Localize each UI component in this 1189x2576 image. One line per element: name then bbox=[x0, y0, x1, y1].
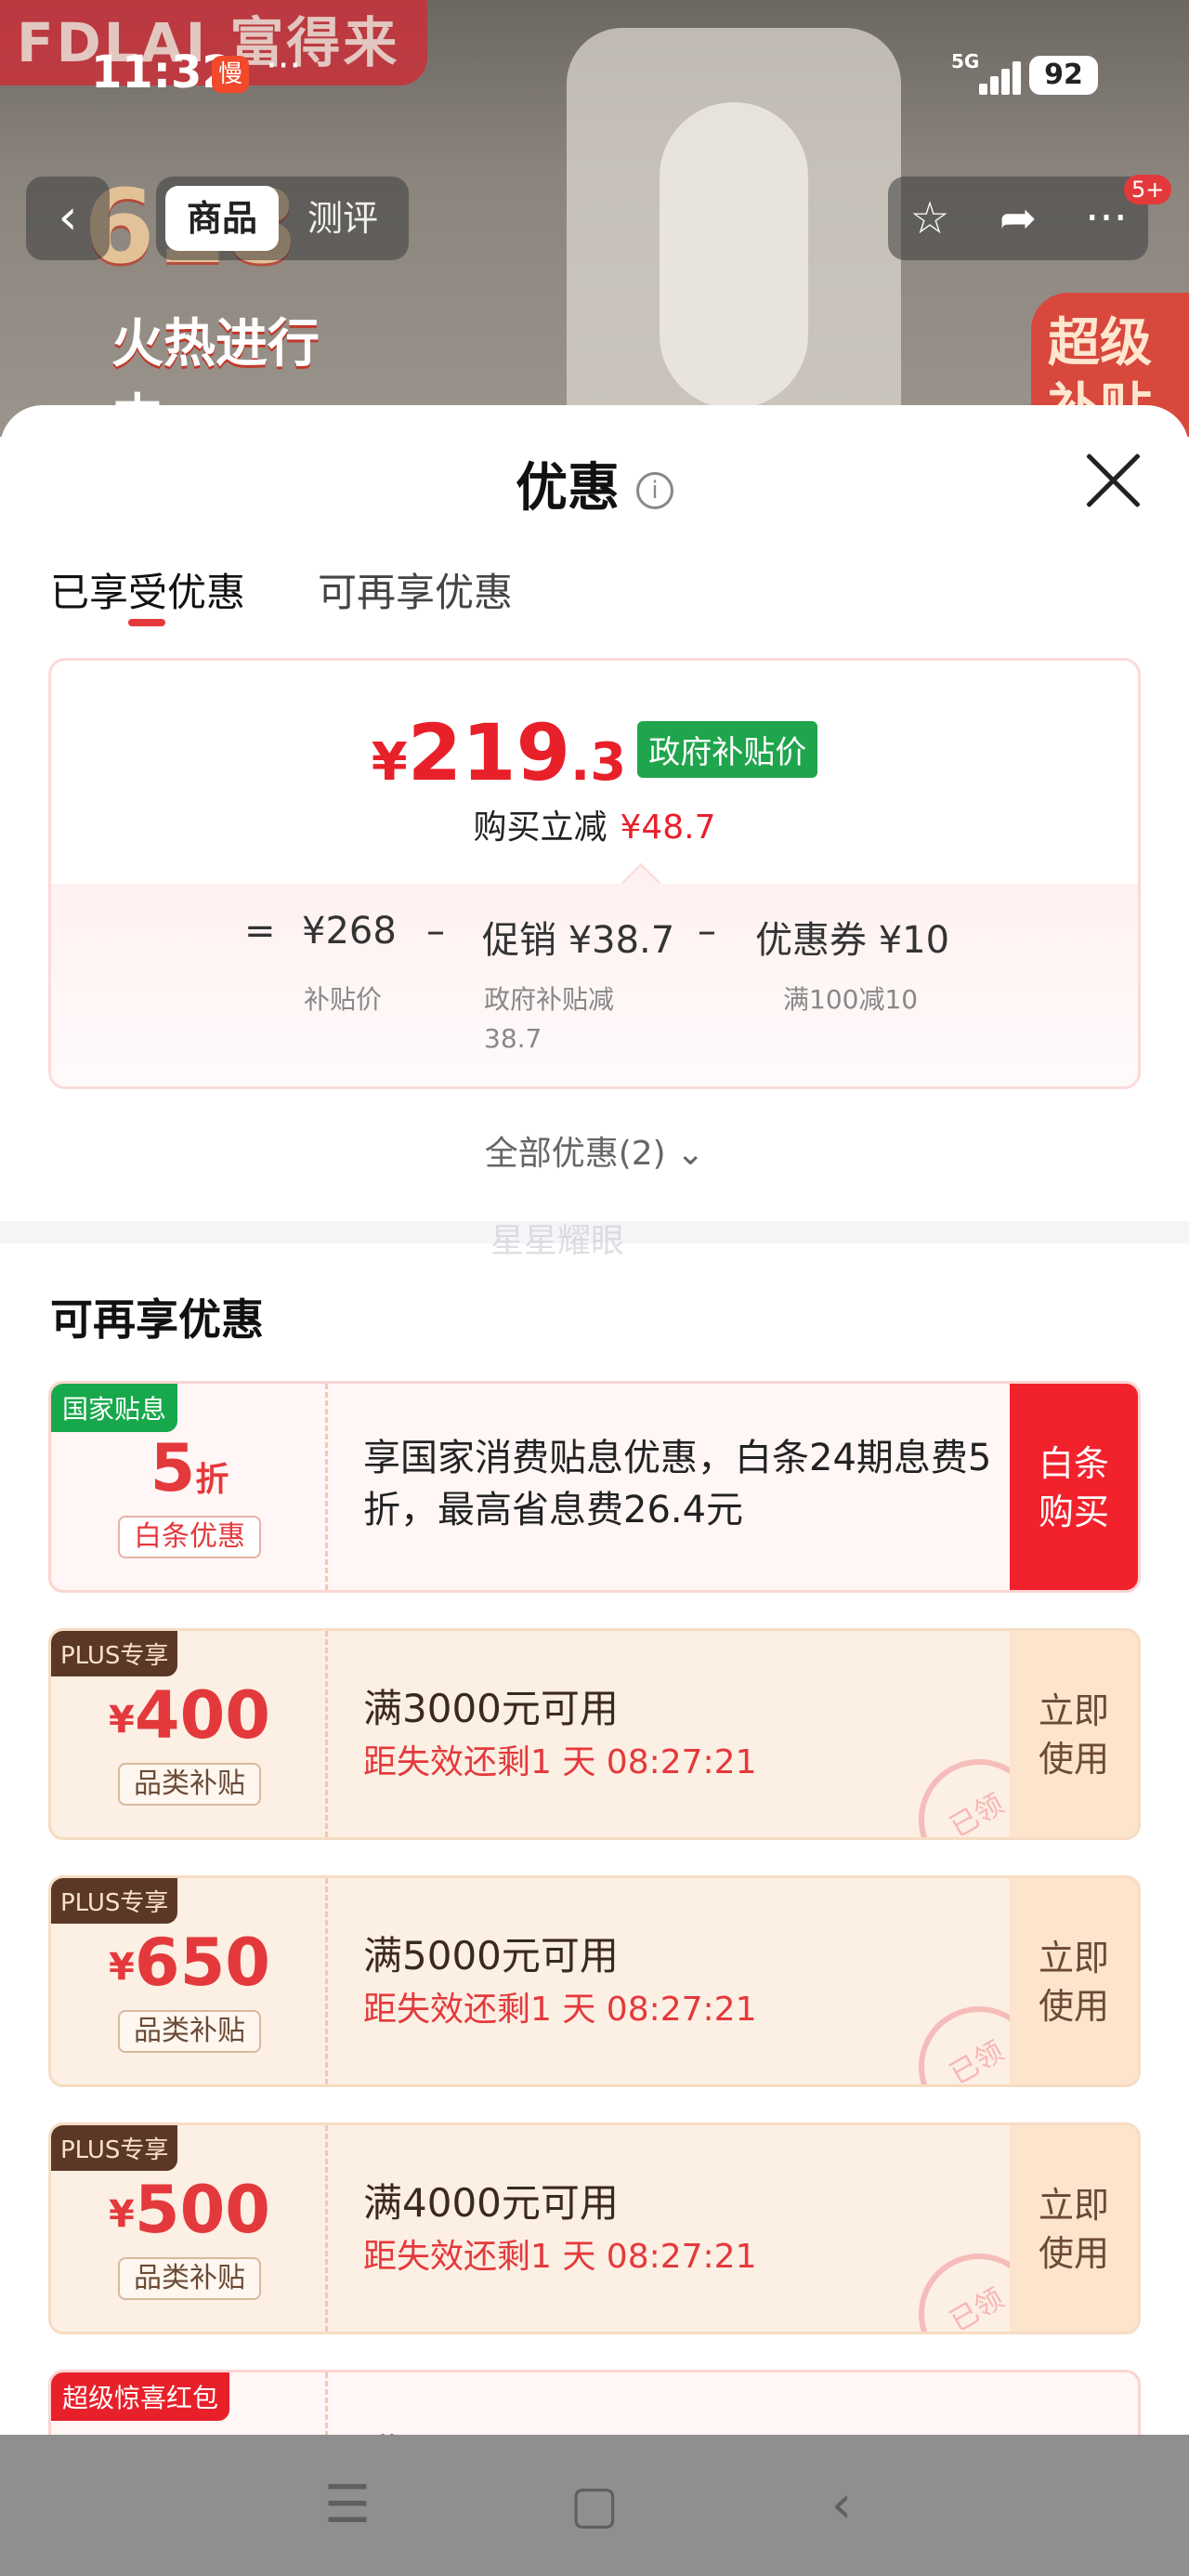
tab-product[interactable]: 商品 bbox=[165, 186, 279, 251]
star-icon[interactable]: ☆ bbox=[897, 186, 962, 251]
battery-icon: 92 bbox=[1029, 56, 1098, 95]
coupon-description: 享国家消费贴息优惠，白条24期息费5折，最高省息费26.4元 bbox=[363, 1437, 992, 1531]
coupon-card-plus-400[interactable]: PLUS专享 ¥400 品类补贴 满3000元可用 距失效还剩1 天 08:27… bbox=[48, 1628, 1141, 1840]
price-integer: 219 bbox=[407, 707, 571, 798]
offers-sheet: 优惠 i 已享受优惠 可再享优惠 ¥219.3 政府补贴价 购买立减 ¥48.7 = … bbox=[0, 405, 1189, 2576]
action-line2: 使用 bbox=[1038, 1986, 1109, 2027]
product-tabs: 商品 测评 bbox=[156, 177, 409, 260]
coupon-card-plus-650[interactable]: PLUS专享 ¥650 品类补贴 满5000元可用 距失效还剩1 天 08:27… bbox=[48, 1875, 1141, 2087]
formula-promo: 促销 ¥38.7 bbox=[482, 919, 675, 962]
coupon-value-number: 5 bbox=[150, 1430, 196, 1506]
reduce-line: 购买立减 ¥48.7 bbox=[51, 800, 1138, 848]
baitiao-buy-button[interactable]: 白条 购买 bbox=[1010, 1384, 1138, 1590]
coupon-pill: 白条优惠 bbox=[118, 1516, 261, 1558]
coupon-tag: 超级惊喜红包 bbox=[51, 2372, 230, 2421]
tab-active-indicator bbox=[128, 619, 165, 626]
reduce-label: 购买立减 bbox=[473, 808, 608, 847]
coupon-value-unit: 折 bbox=[195, 1461, 229, 1499]
info-icon[interactable]: i bbox=[636, 472, 673, 509]
final-price: ¥219.3 政府补贴价 bbox=[51, 707, 1138, 798]
sheet-title-text: 优惠 bbox=[516, 458, 620, 519]
formula-promo-label: 政府补贴减 38.7 bbox=[484, 980, 614, 1058]
product-actions: ☆ ➦ ··· bbox=[888, 177, 1148, 260]
coupon-pill: 品类补贴 bbox=[118, 2257, 261, 2300]
system-navigation-bar: ☰ ▢ ‹ bbox=[0, 2435, 1189, 2576]
action-line2: 使用 bbox=[1038, 1739, 1109, 1780]
share-icon[interactable]: ➦ bbox=[986, 186, 1051, 251]
coupon-tag: PLUS专享 bbox=[51, 1631, 178, 1676]
watermark: 星星耀眼 bbox=[490, 1222, 625, 1260]
close-icon[interactable] bbox=[1083, 450, 1143, 509]
coupon-value: ¥500 bbox=[51, 2172, 328, 2248]
use-now-button[interactable]: 立即 使用 bbox=[1010, 2125, 1138, 2332]
action-line2: 购买 bbox=[1038, 1492, 1109, 1532]
coupon-value: 5折 bbox=[51, 1430, 328, 1506]
formula-promo-label-line1: 政府补贴减 bbox=[484, 984, 615, 1015]
coupon-card-plus-500[interactable]: PLUS专享 ¥500 品类补贴 满4000元可用 距失效还剩1 天 08:27… bbox=[48, 2123, 1141, 2334]
formula-promo-label-line2: 38.7 bbox=[484, 1023, 542, 1054]
coupon-tag: 国家贴息 bbox=[51, 1384, 178, 1432]
coupon-threshold: 满5000元可用 bbox=[363, 1933, 619, 1978]
coupon-pill: 品类补贴 bbox=[118, 1763, 261, 1806]
price-summary-card: ¥219.3 政府补贴价 购买立减 ¥48.7 = ¥268 补贴价 – 促销 ¥3… bbox=[48, 658, 1141, 1089]
formula-equals: = bbox=[244, 910, 276, 953]
coupon-timer: 距失效还剩1 天 08:27:21 bbox=[363, 2238, 757, 2276]
notification-badge: 5+ bbox=[1124, 175, 1172, 204]
home-icon[interactable]: ▢ bbox=[557, 2468, 632, 2543]
coupon-left: PLUS专享 ¥650 品类补贴 bbox=[51, 1878, 328, 2084]
status-bar: 11:32 慢 ··· 5G 92 bbox=[0, 0, 1189, 149]
coupon-value: ¥650 bbox=[51, 1925, 328, 2001]
tab-more-offers[interactable]: 可再享优惠 bbox=[318, 561, 513, 618]
coupon-tag: PLUS专享 bbox=[51, 1878, 178, 1924]
coupon-value-number: 650 bbox=[134, 1925, 270, 2001]
coupon-timer: 距失效还剩1 天 08:27:21 bbox=[363, 1991, 757, 2029]
coupon-timer: 距失效还剩1 天 08:27:21 bbox=[363, 1743, 757, 1781]
coupon-value: ¥400 bbox=[51, 1677, 328, 1754]
formula-base-label: 补贴价 bbox=[304, 984, 383, 1015]
coupon-yen: ¥ bbox=[109, 2193, 135, 2236]
formula-coupon-label: 满100减10 bbox=[783, 984, 919, 1015]
all-offers-toggle[interactable]: 全部优惠(2) ⌄ bbox=[0, 1126, 1189, 1175]
app-notification-icon: 慢 bbox=[212, 56, 249, 93]
formula-base: ¥268 bbox=[302, 910, 397, 953]
coupon-tag: PLUS专享 bbox=[51, 2125, 178, 2171]
use-now-button[interactable]: 立即 使用 bbox=[1010, 1631, 1138, 1837]
action-line1: 立即 bbox=[1038, 2185, 1109, 2226]
more-notifications-icon: ··· bbox=[266, 45, 302, 87]
action-line2: 使用 bbox=[1038, 2233, 1109, 2274]
tab-review[interactable]: 测评 bbox=[286, 186, 399, 251]
action-line1: 立即 bbox=[1038, 1690, 1109, 1731]
formula-coupon: 优惠券 ¥10 bbox=[755, 919, 950, 962]
reduce-amount: ¥48.7 bbox=[620, 808, 716, 847]
signal-icon bbox=[966, 58, 1021, 95]
coupon-left: PLUS专享 ¥500 品类补贴 bbox=[51, 2125, 328, 2332]
price-decimal: .3 bbox=[570, 732, 627, 793]
formula-minus-1: – bbox=[426, 910, 445, 953]
coupon-threshold: 满4000元可用 bbox=[363, 2180, 619, 2226]
tab-enjoyed-offers[interactable]: 已享受优惠 bbox=[50, 561, 245, 618]
formula-minus-2: – bbox=[698, 910, 716, 953]
back-button[interactable]: ‹ bbox=[26, 177, 110, 260]
coupon-card-interest[interactable]: 国家贴息 5折 白条优惠 享国家消费贴息优惠，白条24期息费5折，最高省息费26… bbox=[48, 1381, 1141, 1593]
coupon-left: 国家贴息 5折 白条优惠 bbox=[51, 1384, 328, 1590]
coupon-yen: ¥ bbox=[109, 1946, 135, 1989]
price-yen: ¥ bbox=[371, 732, 408, 793]
coupon-pill: 品类补贴 bbox=[118, 2010, 261, 2053]
gov-subsidy-tag: 政府补贴价 bbox=[637, 721, 818, 778]
sheet-title: 优惠 i bbox=[0, 446, 1189, 521]
menu-icon[interactable]: ☰ bbox=[310, 2468, 385, 2543]
back-nav-icon[interactable]: ‹ bbox=[804, 2468, 879, 2543]
action-line1: 立即 bbox=[1038, 1938, 1109, 1978]
coupon-value-number: 500 bbox=[134, 2172, 270, 2248]
coupon-left: PLUS专享 ¥400 品类补贴 bbox=[51, 1631, 328, 1837]
action-line1: 白条 bbox=[1038, 1443, 1109, 1484]
coupon-yen: ¥ bbox=[109, 1699, 135, 1741]
coupon-threshold: 满3000元可用 bbox=[363, 1686, 619, 1731]
section-title: 可再享优惠 bbox=[50, 1295, 264, 1345]
coupon-value-number: 400 bbox=[134, 1677, 270, 1754]
use-now-button[interactable]: 立即 使用 bbox=[1010, 1878, 1138, 2084]
